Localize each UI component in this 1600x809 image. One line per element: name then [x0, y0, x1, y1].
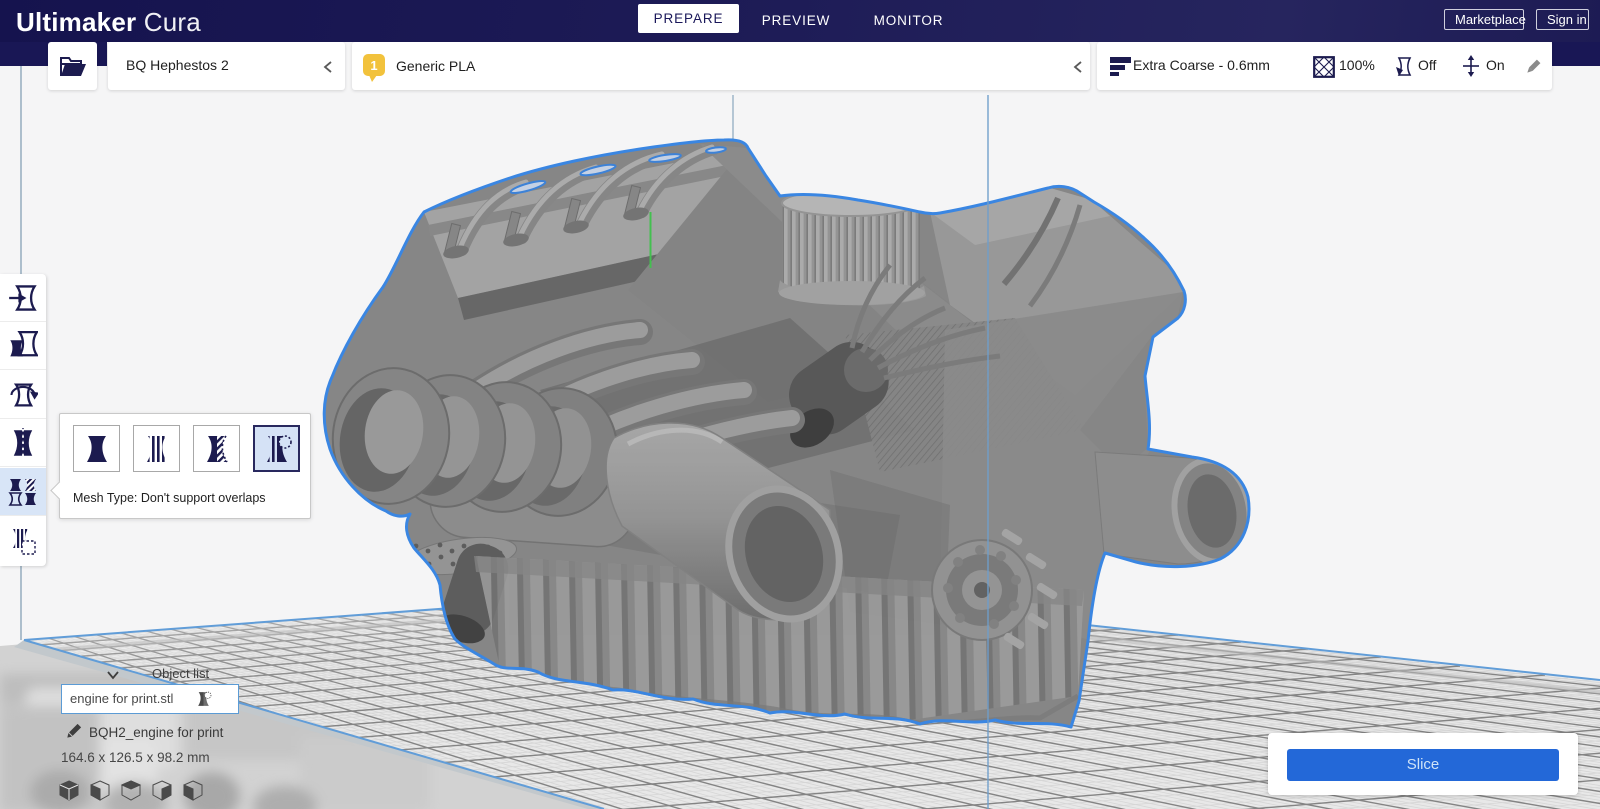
svg-text:1: 1: [370, 58, 377, 73]
